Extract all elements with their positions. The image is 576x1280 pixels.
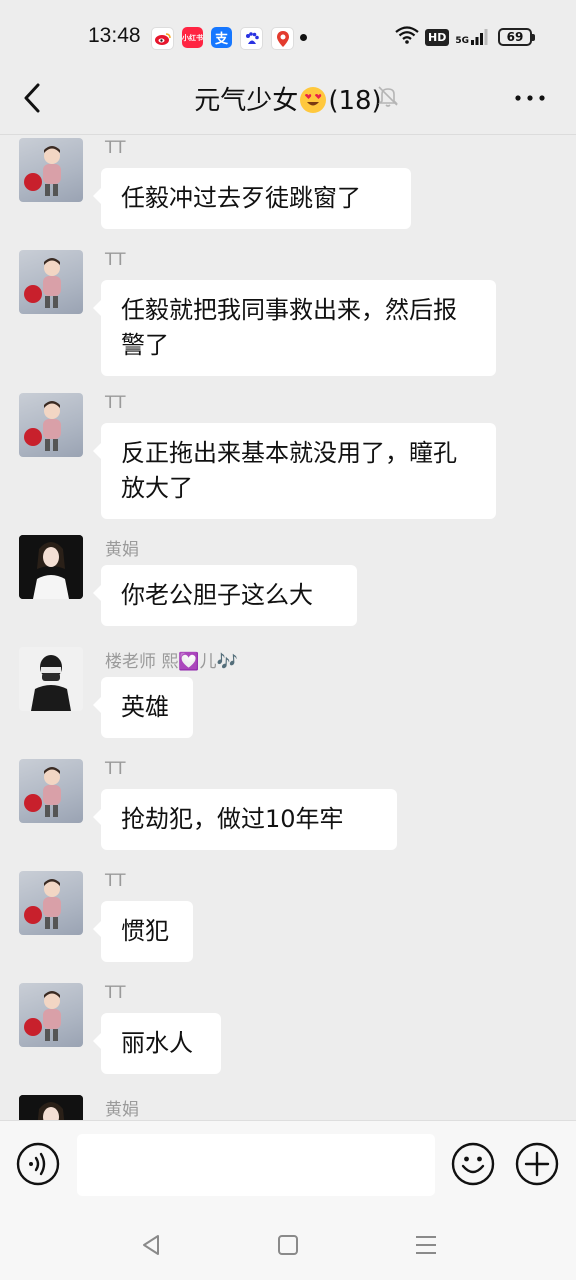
sender-name: 黄娟 [105,540,139,560]
avatar[interactable] [19,983,83,1047]
avatar[interactable] [19,138,83,202]
more-options-button[interactable] [514,82,546,114]
more-dots-icon [515,95,545,101]
emoji-button[interactable] [451,1142,495,1186]
square-home-icon [278,1235,298,1255]
message-list[interactable]: TT 任毅冲过去歹徒跳窗了 TT 任毅就把我同事救出来，然后报警了 TT 反正拖… [0,135,576,1120]
sender-name: TT [105,983,126,1003]
nav-back-button[interactable] [136,1230,166,1260]
weibo-icon [151,27,174,50]
sender-name: TT [105,250,126,270]
chat-title: 元气少女 (18) [0,80,576,117]
status-bar: 13:48 小红书 支 HD 5G 69 [0,0,576,76]
message-bubble[interactable]: 任毅冲过去歹徒跳窗了 [93,168,411,229]
message-bubble[interactable]: 任毅就把我同事救出来，然后报警了 [93,280,496,376]
baidu-icon [240,27,263,50]
message-input[interactable] [77,1134,435,1196]
system-nav-bar [0,1210,576,1280]
network-label: 5G [455,36,469,46]
message-bubble[interactable]: 你老公胆子这么大 [93,565,357,626]
notification-dot [300,34,307,41]
message-bubble[interactable]: 丽水人 [93,1013,221,1074]
wifi-icon [395,26,419,48]
nav-recents-button[interactable] [411,1230,441,1260]
avatar[interactable] [19,647,83,711]
notification-app-icons: 小红书 支 [151,27,294,50]
alipay-icon: 支 [211,27,232,48]
message-bubble[interactable]: 反正拖出来基本就没用了，瞳孔放大了 [93,423,496,519]
status-time: 13:48 [88,24,141,47]
mute-bell-icon [376,84,400,108]
avatar[interactable] [19,1095,83,1120]
heart-eyes-emoji-icon [300,87,327,113]
plus-circle-icon [515,1142,559,1186]
sender-name: 黄娟 [105,1100,139,1120]
sender-name: TT [105,138,126,158]
title-bar: 元气少女 (18) [0,76,576,135]
avatar[interactable] [19,393,83,457]
nav-home-button[interactable] [273,1230,303,1260]
message-bubble[interactable]: 惯犯 [93,901,193,962]
system-icons: HD 5G 69 [395,26,535,48]
signal-icon: 5G [455,28,488,46]
triangle-back-icon [143,1235,159,1255]
menu-lines-icon [416,1236,436,1254]
avatar[interactable] [19,759,83,823]
chat-title-text: 元气少女 [194,86,299,116]
xiaohongshu-icon: 小红书 [182,27,203,48]
avatar[interactable] [19,535,83,599]
sender-name: TT [105,759,126,779]
sender-name: TT [105,393,126,413]
hd-badge: HD [425,28,450,46]
avatar[interactable] [19,250,83,314]
voice-icon [16,1142,60,1186]
message-bubble[interactable]: 抢劫犯，做过10年牢 [93,789,397,850]
member-count: (18) [328,86,382,116]
more-functions-button[interactable] [515,1142,559,1186]
input-bar [0,1120,576,1211]
message-bubble[interactable]: 英雄 [93,677,193,738]
map-pin-icon [271,27,294,50]
voice-input-button[interactable] [16,1142,60,1186]
sender-name: TT [105,871,126,891]
battery-indicator: 69 [498,28,535,46]
sender-name: 楼老师 熙💟儿🎶 [105,652,238,672]
avatar[interactable] [19,871,83,935]
smiley-icon [451,1142,495,1186]
